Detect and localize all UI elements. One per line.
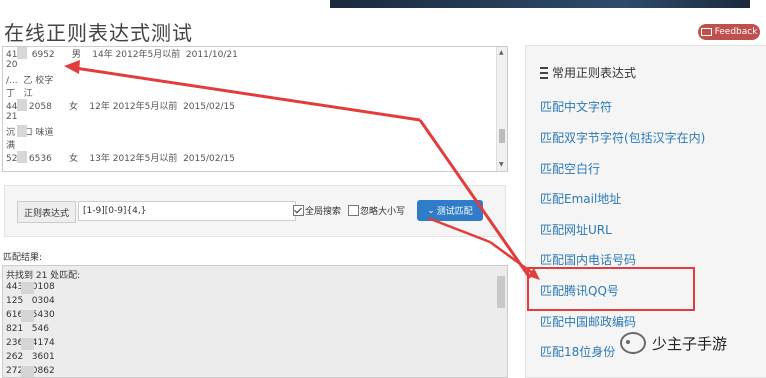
source-row: 21	[6, 112, 18, 122]
regex-toolbar: 正则表达式 [1-9][0-9]{4,} 全局搜索 忽略大小写 ⌄ 测试匹配	[4, 185, 506, 237]
scroll-up-icon[interactable]: ▲	[499, 49, 504, 56]
result-area: 共找到 21 处匹配: 443 0108 125 0304 616 5430 8…	[2, 265, 508, 378]
source-row: 41 6952 男 14年 2012年5月以前 2011/10/21	[6, 50, 238, 60]
scroll-down-icon[interactable]: ▼	[499, 161, 504, 168]
source-scrollbar[interactable]: ▲ ▼	[496, 47, 507, 171]
result-summary: 共找到 21 处匹配:	[6, 271, 81, 281]
source-row: 20	[6, 60, 18, 70]
global-search-label: 全局搜索	[305, 207, 342, 217]
global-search-checkbox[interactable]	[293, 205, 304, 216]
watermark-text: 少主子手游	[652, 334, 728, 353]
watermark: 少主子手游	[620, 332, 727, 354]
link-email[interactable]: 匹配Email地址	[540, 190, 621, 207]
result-scrollbar-thumb[interactable]	[497, 276, 505, 308]
list-icon	[540, 66, 548, 79]
result-row: 125 0304	[6, 296, 55, 306]
source-row: 52 6536 女 13年 2012年5月以前 2015/02/15	[6, 154, 235, 164]
redaction-mask	[21, 282, 34, 294]
redaction-mask	[21, 310, 34, 322]
redaction-mask	[21, 338, 34, 350]
redaction-mask	[17, 151, 27, 163]
source-row: 丁 江	[6, 89, 33, 99]
test-match-button[interactable]: ⌄ 测试匹配	[417, 200, 483, 221]
scrollbar-thumb[interactable]	[499, 129, 505, 143]
feedback-label: Feedback	[714, 27, 758, 37]
page-title: 在线正则表达式测试	[4, 21, 193, 45]
chevron-down-icon: ⌄	[427, 205, 435, 216]
test-match-label: 测试匹配	[436, 207, 473, 217]
result-row: 821 546	[6, 324, 49, 334]
link-url[interactable]: 匹配网址URL	[540, 221, 612, 238]
ignore-case-checkbox[interactable]	[348, 205, 359, 216]
mail-icon	[700, 28, 712, 36]
link-double-byte-chars[interactable]: 匹配双字节字符(包括汉字在内)	[540, 129, 705, 146]
feedback-button[interactable]: Feedback	[698, 24, 760, 40]
panel-title: 常用正则表达式	[540, 64, 636, 81]
redaction-mask	[17, 125, 27, 137]
ignore-case-label: 忽略大小写	[360, 207, 406, 217]
source-row: /... 乙 校字	[6, 76, 54, 86]
link-chinese-chars[interactable]: 匹配中文字符	[540, 98, 612, 115]
common-regex-panel: 常用正则表达式 匹配中文字符 匹配双字节字符(包括汉字在内) 匹配空白行 匹配E…	[525, 45, 766, 378]
chat-bubble-icon	[620, 332, 646, 354]
link-blank-lines[interactable]: 匹配空白行	[540, 160, 600, 177]
panel-title-text: 常用正则表达式	[552, 66, 637, 80]
redaction-mask	[21, 366, 34, 377]
redaction-mask	[17, 99, 27, 111]
result-row: 262 3601	[6, 352, 55, 362]
redaction-mask	[17, 47, 27, 59]
top-banner	[330, 0, 750, 8]
source-text-area[interactable]: 41 6952 男 14年 2012年5月以前 2011/10/21 20 /.…	[2, 46, 508, 172]
source-row: 44 2058 女 12年 2012年5月以前 2015/02/15	[6, 102, 235, 112]
link-id-card[interactable]: 匹配18位身份	[540, 343, 615, 360]
regex-input[interactable]: [1-9][0-9]{4,}	[78, 201, 296, 221]
link-postal-code[interactable]: 匹配中国邮政编码	[540, 313, 636, 330]
regex-label: 正则表达式	[17, 201, 77, 223]
annotation-highlight-box	[527, 267, 695, 311]
result-label: 匹配结果:	[3, 253, 43, 263]
link-phone[interactable]: 匹配国内电话号码	[540, 251, 636, 268]
source-row: 沉 口 味道	[6, 128, 54, 138]
source-row: 满	[6, 141, 16, 151]
